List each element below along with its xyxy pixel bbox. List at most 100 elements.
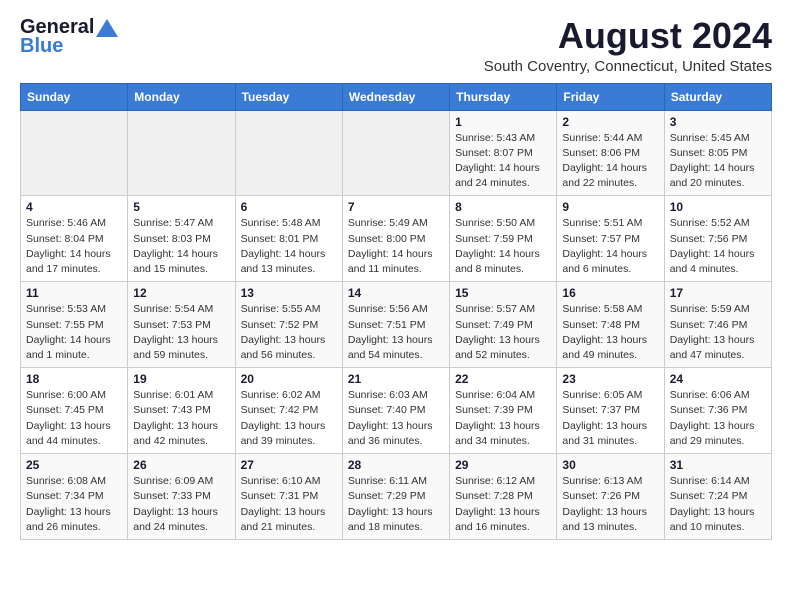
day-number: 12: [133, 286, 229, 300]
day-number: 22: [455, 372, 551, 386]
month-title: August 2024: [484, 16, 772, 56]
day-info: Sunrise: 5:51 AMSunset: 7:57 PMDaylight:…: [562, 216, 658, 277]
day-cell: 18 Sunrise: 6:00 AMSunset: 7:45 PMDayligh…: [21, 368, 128, 454]
day-info: Sunrise: 6:10 AMSunset: 7:31 PMDaylight:…: [241, 474, 337, 535]
day-number: 23: [562, 372, 658, 386]
day-info: Sunrise: 5:57 AMSunset: 7:49 PMDaylight:…: [455, 302, 551, 363]
week-row-2: 4 Sunrise: 5:46 AMSunset: 8:04 PMDaylight…: [21, 196, 772, 282]
day-number: 16: [562, 286, 658, 300]
day-cell: 24 Sunrise: 6:06 AMSunset: 7:36 PMDayligh…: [664, 368, 771, 454]
day-info: Sunrise: 6:14 AMSunset: 7:24 PMDaylight:…: [670, 474, 766, 535]
day-number: 4: [26, 200, 122, 214]
day-cell: 12 Sunrise: 5:54 AMSunset: 7:53 PMDayligh…: [128, 282, 235, 368]
day-info: Sunrise: 5:53 AMSunset: 7:55 PMDaylight:…: [26, 302, 122, 363]
page-header: General Blue August 2024 South Coventry,…: [20, 16, 772, 75]
day-number: 6: [241, 200, 337, 214]
day-number: 3: [670, 115, 766, 129]
weekday-header-wednesday: Wednesday: [342, 83, 449, 110]
day-info: Sunrise: 5:44 AMSunset: 8:06 PMDaylight:…: [562, 131, 658, 192]
day-info: Sunrise: 5:47 AMSunset: 8:03 PMDaylight:…: [133, 216, 229, 277]
day-info: Sunrise: 5:48 AMSunset: 8:01 PMDaylight:…: [241, 216, 337, 277]
day-number: 7: [348, 200, 444, 214]
day-cell: 8 Sunrise: 5:50 AMSunset: 7:59 PMDaylight…: [450, 196, 557, 282]
weekday-header-sunday: Sunday: [21, 83, 128, 110]
week-row-1: 1Sunrise: 5:43 AMSunset: 8:07 PMDaylight…: [21, 110, 772, 196]
day-info: Sunrise: 5:56 AMSunset: 7:51 PMDaylight:…: [348, 302, 444, 363]
location-subtitle: South Coventry, Connecticut, United Stat…: [484, 58, 772, 75]
day-cell: 14 Sunrise: 5:56 AMSunset: 7:51 PMDayligh…: [342, 282, 449, 368]
day-cell: 3 Sunrise: 5:45 AMSunset: 8:05 PMDaylight…: [664, 110, 771, 196]
day-info: Sunrise: 6:01 AMSunset: 7:43 PMDaylight:…: [133, 388, 229, 449]
week-row-5: 25 Sunrise: 6:08 AMSunset: 7:34 PMDayligh…: [21, 454, 772, 540]
day-info: Sunrise: 5:46 AMSunset: 8:04 PMDaylight:…: [26, 216, 122, 277]
day-info: Sunrise: 6:00 AMSunset: 7:45 PMDaylight:…: [26, 388, 122, 449]
title-area: August 2024 South Coventry, Connecticut,…: [484, 16, 772, 75]
day-info: Sunrise: 5:55 AMSunset: 7:52 PMDaylight:…: [241, 302, 337, 363]
logo-icon: [96, 19, 118, 37]
day-info: Sunrise: 6:13 AMSunset: 7:26 PMDaylight:…: [562, 474, 658, 535]
day-info: Sunrise: 6:05 AMSunset: 7:37 PMDaylight:…: [562, 388, 658, 449]
logo: General Blue: [20, 16, 118, 58]
day-number: 21: [348, 372, 444, 386]
day-number: 9: [562, 200, 658, 214]
day-cell: [235, 110, 342, 196]
day-info: Sunrise: 6:12 AMSunset: 7:28 PMDaylight:…: [455, 474, 551, 535]
day-cell: 23 Sunrise: 6:05 AMSunset: 7:37 PMDayligh…: [557, 368, 664, 454]
weekday-header-saturday: Saturday: [664, 83, 771, 110]
day-info: Sunrise: 5:59 AMSunset: 7:46 PMDaylight:…: [670, 302, 766, 363]
weekday-header-monday: Monday: [128, 83, 235, 110]
day-number: 19: [133, 372, 229, 386]
day-cell: 1Sunrise: 5:43 AMSunset: 8:07 PMDaylight…: [450, 110, 557, 196]
day-number: 20: [241, 372, 337, 386]
day-number: 8: [455, 200, 551, 214]
day-cell: [128, 110, 235, 196]
day-cell: 26Sunrise: 6:09 AMSunset: 7:33 PMDayligh…: [128, 454, 235, 540]
day-cell: 9 Sunrise: 5:51 AMSunset: 7:57 PMDaylight…: [557, 196, 664, 282]
day-number: 29: [455, 458, 551, 472]
day-cell: 21Sunrise: 6:03 AMSunset: 7:40 PMDayligh…: [342, 368, 449, 454]
day-number: 17: [670, 286, 766, 300]
weekday-header-friday: Friday: [557, 83, 664, 110]
day-number: 11: [26, 286, 122, 300]
day-cell: 11 Sunrise: 5:53 AMSunset: 7:55 PMDayligh…: [21, 282, 128, 368]
day-info: Sunrise: 5:49 AMSunset: 8:00 PMDaylight:…: [348, 216, 444, 277]
week-row-4: 18 Sunrise: 6:00 AMSunset: 7:45 PMDayligh…: [21, 368, 772, 454]
day-cell: [21, 110, 128, 196]
day-cell: 29 Sunrise: 6:12 AMSunset: 7:28 PMDayligh…: [450, 454, 557, 540]
week-row-3: 11 Sunrise: 5:53 AMSunset: 7:55 PMDayligh…: [21, 282, 772, 368]
day-cell: 15Sunrise: 5:57 AMSunset: 7:49 PMDayligh…: [450, 282, 557, 368]
calendar-table: SundayMondayTuesdayWednesdayThursdayFrid…: [20, 83, 772, 540]
weekday-header-row: SundayMondayTuesdayWednesdayThursdayFrid…: [21, 83, 772, 110]
day-info: Sunrise: 5:50 AMSunset: 7:59 PMDaylight:…: [455, 216, 551, 277]
logo-blue: Blue: [20, 35, 63, 58]
day-cell: 31 Sunrise: 6:14 AMSunset: 7:24 PMDayligh…: [664, 454, 771, 540]
day-number: 24: [670, 372, 766, 386]
day-number: 18: [26, 372, 122, 386]
day-number: 14: [348, 286, 444, 300]
day-number: 25: [26, 458, 122, 472]
day-cell: 30 Sunrise: 6:13 AMSunset: 7:26 PMDayligh…: [557, 454, 664, 540]
day-cell: [342, 110, 449, 196]
weekday-header-thursday: Thursday: [450, 83, 557, 110]
day-info: Sunrise: 6:08 AMSunset: 7:34 PMDaylight:…: [26, 474, 122, 535]
day-cell: 4 Sunrise: 5:46 AMSunset: 8:04 PMDaylight…: [21, 196, 128, 282]
day-number: 13: [241, 286, 337, 300]
day-number: 26: [133, 458, 229, 472]
day-info: Sunrise: 6:11 AMSunset: 7:29 PMDaylight:…: [348, 474, 444, 535]
day-cell: 16 Sunrise: 5:58 AMSunset: 7:48 PMDayligh…: [557, 282, 664, 368]
day-info: Sunrise: 5:54 AMSunset: 7:53 PMDaylight:…: [133, 302, 229, 363]
day-info: Sunrise: 5:58 AMSunset: 7:48 PMDaylight:…: [562, 302, 658, 363]
day-cell: 5 Sunrise: 5:47 AMSunset: 8:03 PMDaylight…: [128, 196, 235, 282]
day-cell: 27Sunrise: 6:10 AMSunset: 7:31 PMDayligh…: [235, 454, 342, 540]
day-number: 5: [133, 200, 229, 214]
day-cell: 25 Sunrise: 6:08 AMSunset: 7:34 PMDayligh…: [21, 454, 128, 540]
day-number: 31: [670, 458, 766, 472]
day-cell: 19 Sunrise: 6:01 AMSunset: 7:43 PMDayligh…: [128, 368, 235, 454]
day-number: 2: [562, 115, 658, 129]
day-cell: 2 Sunrise: 5:44 AMSunset: 8:06 PMDaylight…: [557, 110, 664, 196]
day-number: 28: [348, 458, 444, 472]
day-info: Sunrise: 6:06 AMSunset: 7:36 PMDaylight:…: [670, 388, 766, 449]
day-info: Sunrise: 5:45 AMSunset: 8:05 PMDaylight:…: [670, 131, 766, 192]
weekday-header-tuesday: Tuesday: [235, 83, 342, 110]
day-number: 30: [562, 458, 658, 472]
